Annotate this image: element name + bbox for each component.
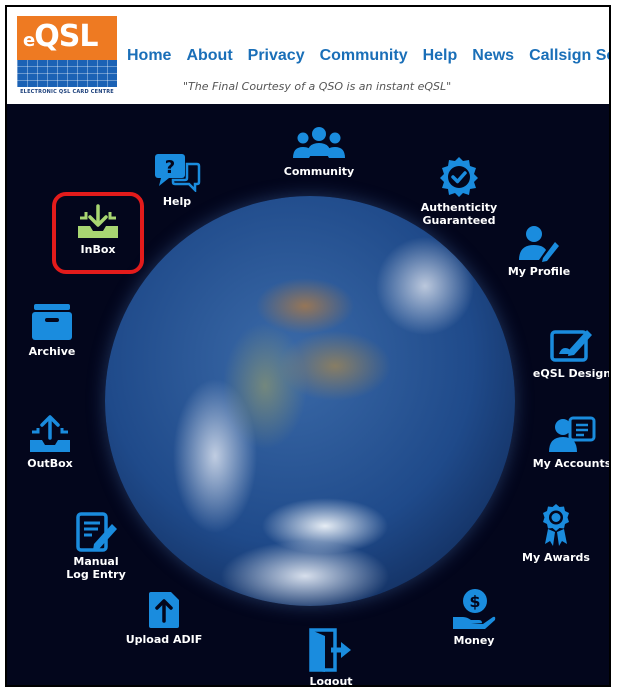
money-button[interactable]: $ Money	[419, 587, 529, 647]
nav-home[interactable]: Home	[127, 47, 171, 65]
nav-privacy[interactable]: Privacy	[248, 47, 305, 65]
header: eQSL ELECTRONIC QSL CARD CENTRE Home Abo…	[7, 7, 609, 104]
help-label: Help	[162, 195, 192, 208]
logo-qsl: QSL	[34, 19, 98, 54]
outbox-button[interactable]: OutBox	[7, 414, 105, 470]
verified-badge-icon	[440, 157, 478, 197]
inbox-label: InBox	[80, 243, 116, 256]
archive-box-icon	[32, 304, 72, 340]
tagline: "The Final Courtesy of a QSO is an insta…	[183, 80, 452, 93]
authenticity-button[interactable]: Authenticity Guaranteed	[404, 156, 514, 227]
my-profile-button[interactable]: My Profile	[484, 224, 594, 278]
nav-news[interactable]: News	[472, 47, 514, 65]
community-icon	[293, 127, 345, 158]
award-ribbon-icon	[543, 504, 569, 546]
page-frame: eQSL ELECTRONIC QSL CARD CENTRE Home Abo…	[5, 5, 611, 687]
help-icon: ?	[155, 154, 201, 192]
upload-adif-label: Upload ADIF	[125, 633, 203, 646]
community-label: Community	[283, 165, 355, 178]
upload-adif-button[interactable]: Upload ADIF	[109, 590, 219, 646]
money-label: Money	[453, 634, 495, 647]
outbox-label: OutBox	[27, 457, 73, 470]
dashboard: Community ? Help Authenticity Guaranteed	[7, 104, 609, 687]
inbox-button[interactable]: InBox	[43, 204, 153, 256]
logout-button[interactable]: Logout	[276, 628, 386, 687]
eqsl-design-button[interactable]: eQSL Design	[517, 326, 609, 380]
my-accounts-button[interactable]: My Accounts	[517, 416, 609, 470]
earth-globe-image	[105, 196, 515, 606]
design-edit-icon	[550, 330, 592, 362]
nav-callsign-search[interactable]: Callsign Search	[529, 47, 609, 65]
logo-globe-grid	[17, 60, 117, 88]
manual-log-entry-label: Manual Log Entry	[66, 555, 126, 581]
eqsl-logo[interactable]: eQSL ELECTRONIC QSL CARD CENTRE	[17, 16, 117, 98]
manual-log-entry-button[interactable]: Manual Log Entry	[41, 512, 151, 581]
upload-file-icon	[149, 592, 179, 628]
logout-door-icon	[309, 628, 351, 672]
main-nav: Home About Privacy Community Help News C…	[127, 47, 609, 65]
inbox-tray-icon	[78, 204, 118, 238]
outbox-tray-icon	[30, 415, 70, 452]
my-awards-label: My Awards	[522, 551, 590, 564]
community-button[interactable]: Community	[264, 126, 374, 178]
archive-button[interactable]: Archive	[7, 302, 107, 358]
eqsl-design-label: eQSL Design	[532, 367, 609, 380]
nav-about[interactable]: About	[186, 47, 232, 65]
logo-e: e	[23, 30, 35, 51]
archive-label: Archive	[28, 345, 76, 358]
log-entry-icon	[76, 512, 117, 552]
my-profile-label: My Profile	[507, 265, 571, 278]
user-edit-icon	[519, 226, 559, 262]
money-hand-icon: $	[453, 589, 496, 629]
logo-caption: ELECTRONIC QSL CARD CENTRE	[17, 87, 117, 98]
nav-help[interactable]: Help	[423, 47, 458, 65]
my-awards-button[interactable]: My Awards	[501, 502, 609, 564]
nav-community[interactable]: Community	[320, 47, 408, 65]
my-accounts-label: My Accounts	[532, 457, 609, 470]
account-card-icon	[549, 416, 596, 452]
logout-label: Logout	[309, 675, 353, 687]
svg-text:$: $	[469, 592, 480, 611]
svg-text:?: ?	[165, 157, 175, 178]
logo-banner: eQSL	[17, 16, 117, 60]
logo-text: eQSL	[23, 19, 98, 54]
